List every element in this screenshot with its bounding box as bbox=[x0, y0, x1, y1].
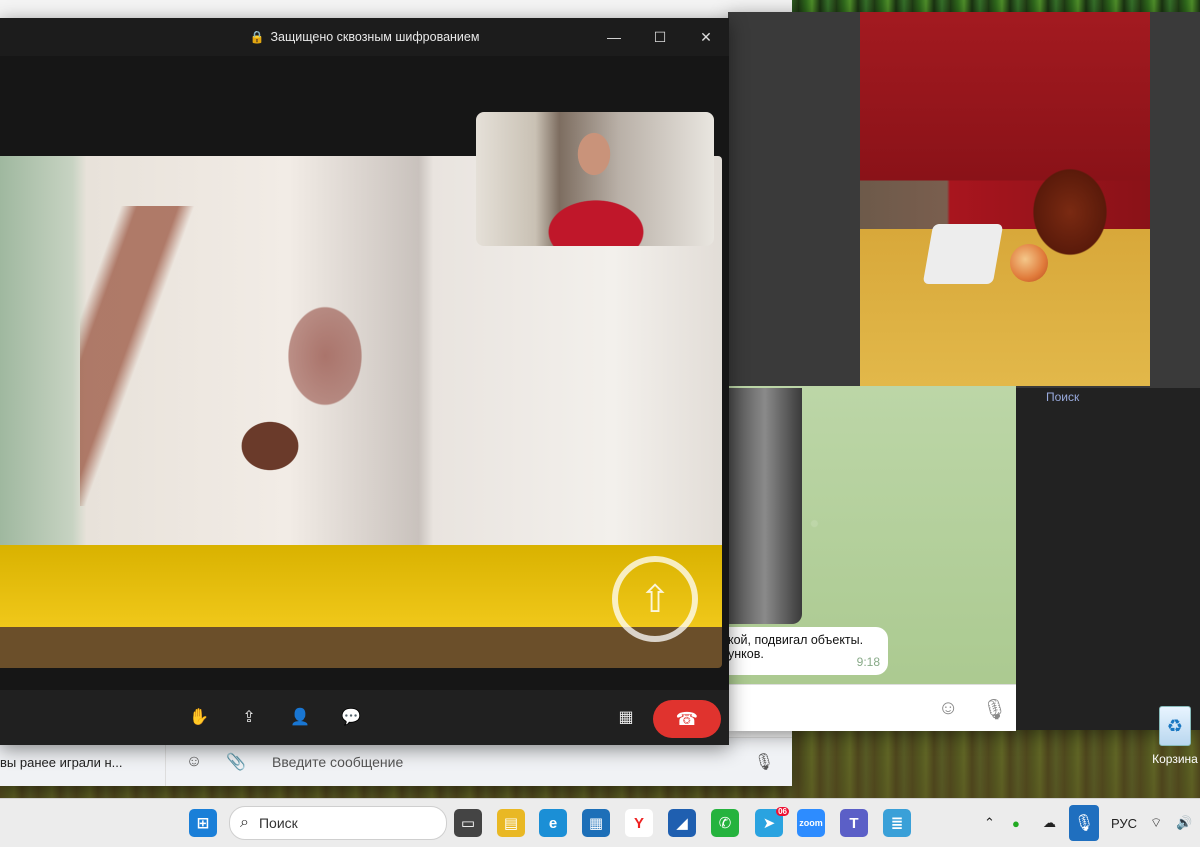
start-icon[interactable]: ⊞ bbox=[189, 809, 217, 837]
task-view-icon[interactable]: ▭ bbox=[454, 809, 482, 837]
still-life-photo[interactable] bbox=[860, 12, 1150, 386]
wifi-icon[interactable]: ⌔ bbox=[1150, 799, 1162, 847]
search-hint[interactable]: Поиск bbox=[1046, 390, 1079, 404]
painting-on-easel bbox=[80, 206, 380, 506]
volume-icon[interactable]: 🔊 bbox=[1176, 799, 1192, 847]
tray-app-icon[interactable]: ● bbox=[1012, 799, 1020, 847]
chat-list-preview[interactable]: вы ранее играли н... bbox=[0, 738, 166, 786]
close-icon[interactable]: ✕ bbox=[683, 18, 729, 56]
taskbar-search-label: Поиск bbox=[258, 815, 298, 831]
call-stage: ⇧ bbox=[0, 56, 729, 690]
message-bubble: кой, подвигал объекты. унков. 9:18 bbox=[728, 627, 888, 675]
attach-icon[interactable]: 📎 bbox=[226, 752, 246, 772]
search-hint-label: Поиск bbox=[1046, 390, 1080, 404]
office-app-icon[interactable]: ◢ bbox=[668, 809, 696, 837]
minimize-icon[interactable]: — bbox=[591, 18, 637, 56]
recycle-bin-icon: ♻ bbox=[1159, 706, 1191, 746]
telegram-icon[interactable]: ➤ 06 bbox=[755, 807, 789, 837]
call-titlebar: 🔒 Защищено сквозным шифрованием — ☐ ✕ bbox=[0, 18, 729, 56]
chevron-up-icon: ⌃ bbox=[984, 815, 995, 830]
microphone-icon[interactable]: 🎙 bbox=[982, 697, 1007, 722]
store-icon[interactable]: ▦ bbox=[582, 809, 610, 837]
recycle-bin-label: Корзина bbox=[1152, 752, 1198, 766]
microphone-in-use-icon[interactable]: 🎙 bbox=[1069, 805, 1099, 841]
add-participant-icon[interactable]: 👤 bbox=[290, 707, 310, 727]
end-call-button[interactable]: ☎ bbox=[653, 700, 721, 738]
call-title: Защищено сквозным шифрованием bbox=[270, 30, 480, 44]
file-explorer-icon[interactable]: ▤ bbox=[497, 809, 525, 837]
whatsapp-icon[interactable]: ✆ bbox=[711, 809, 739, 837]
zoom-icon[interactable]: zoom bbox=[797, 809, 825, 837]
antivirus-icon: ● bbox=[1012, 815, 1020, 831]
microphone-icon[interactable]: 🎙 bbox=[754, 752, 774, 772]
lock-icon: 🔒 bbox=[249, 30, 265, 44]
apple bbox=[1010, 244, 1048, 282]
maximize-icon[interactable]: ☐ bbox=[637, 18, 683, 56]
taskbar: ⊞ ⌕ Поиск ▭ ▤ e ▦ Y ◢ ✆ ➤ 06 zoom T ≣ ⌃ … bbox=[0, 798, 1200, 847]
bubble-line-1: кой, подвигал объекты. bbox=[728, 633, 864, 647]
chat-icon[interactable]: 💬 bbox=[341, 707, 361, 727]
language-label: РУС bbox=[1111, 815, 1138, 831]
edge-browser-icon[interactable]: e bbox=[539, 809, 567, 837]
telegram-input-bar[interactable]: ☺ 🎙 bbox=[728, 684, 1016, 731]
onedrive-icon[interactable]: ☁ bbox=[1043, 799, 1056, 847]
plaster-cast bbox=[922, 224, 1004, 284]
zoom-label: zoom bbox=[799, 818, 823, 828]
end-call-icon: ☎ bbox=[675, 708, 699, 729]
show-hidden-icons[interactable]: ⌃ bbox=[984, 799, 995, 847]
search-icon: ⌕ bbox=[240, 814, 249, 831]
self-video-preview[interactable] bbox=[476, 112, 714, 246]
recycle-bin[interactable]: ♻ Корзина bbox=[1150, 706, 1200, 766]
message-input[interactable]: Введите сообщение bbox=[272, 754, 754, 770]
raise-hand-icon[interactable]: ✋ bbox=[189, 707, 209, 727]
call-controls: ✋ ⇪ 👤 💬 ▦ bbox=[0, 690, 729, 745]
teams-icon[interactable]: T bbox=[840, 809, 868, 837]
share-screen-icon[interactable]: ⇪ bbox=[239, 707, 259, 727]
bubble-time: 9:18 bbox=[856, 655, 880, 669]
yandex-browser-icon[interactable]: Y bbox=[625, 809, 653, 837]
telegram-badge: 06 bbox=[776, 807, 789, 816]
language-indicator[interactable]: РУС bbox=[1111, 799, 1137, 847]
emoji-icon[interactable]: ☺ bbox=[938, 697, 958, 720]
window-controls: — ☐ ✕ bbox=[591, 18, 729, 56]
chat-preview-text: вы ранее играли н... bbox=[0, 754, 123, 770]
layout-icon[interactable]: ▦ bbox=[616, 707, 636, 727]
screen-share-indicator-icon[interactable]: ⇧ bbox=[612, 556, 698, 642]
telegram-window: Поиск кой, подвигал объекты. унков. 9:18… bbox=[728, 12, 1200, 731]
video-call-window: 🔒 Защищено сквозным шифрованием — ☐ ✕ ⇧ … bbox=[0, 18, 729, 745]
chat-photo-thumbnail[interactable] bbox=[728, 388, 802, 624]
taskbar-search[interactable]: ⌕ Поиск bbox=[229, 806, 447, 840]
emoji-icon[interactable]: ☺ bbox=[184, 752, 204, 772]
notepad-icon[interactable]: ≣ bbox=[883, 809, 911, 837]
